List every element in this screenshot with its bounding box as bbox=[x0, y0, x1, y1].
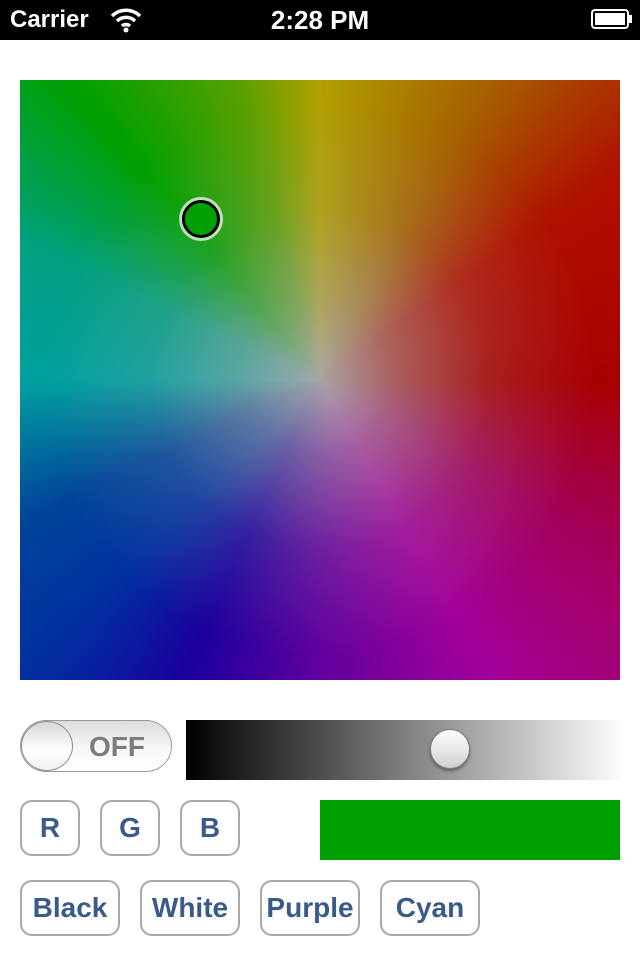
g-button[interactable]: G bbox=[100, 800, 160, 856]
black-button[interactable]: Black bbox=[20, 880, 120, 936]
toggle-knob[interactable] bbox=[21, 721, 73, 771]
status-bar: Carrier 2:28 PM bbox=[0, 0, 640, 40]
cyan-button[interactable]: Cyan bbox=[380, 880, 480, 936]
r-button[interactable]: R bbox=[20, 800, 80, 856]
toggle-label: OFF bbox=[89, 731, 145, 762]
purple-button[interactable]: Purple bbox=[260, 880, 360, 936]
color-picker-marker[interactable] bbox=[182, 200, 220, 238]
white-button[interactable]: White bbox=[140, 880, 240, 936]
brightness-slider[interactable] bbox=[186, 720, 626, 780]
status-time: 2:28 PM bbox=[270, 5, 370, 35]
color-preview-swatch bbox=[320, 800, 620, 860]
color-wheel-center-fade bbox=[20, 80, 620, 680]
slider-thumb[interactable] bbox=[430, 729, 470, 769]
b-button[interactable]: B bbox=[180, 800, 240, 856]
battery-icon bbox=[591, 9, 633, 29]
toggle-switch[interactable]: OFF bbox=[20, 720, 172, 772]
color-wheel[interactable] bbox=[20, 80, 620, 680]
